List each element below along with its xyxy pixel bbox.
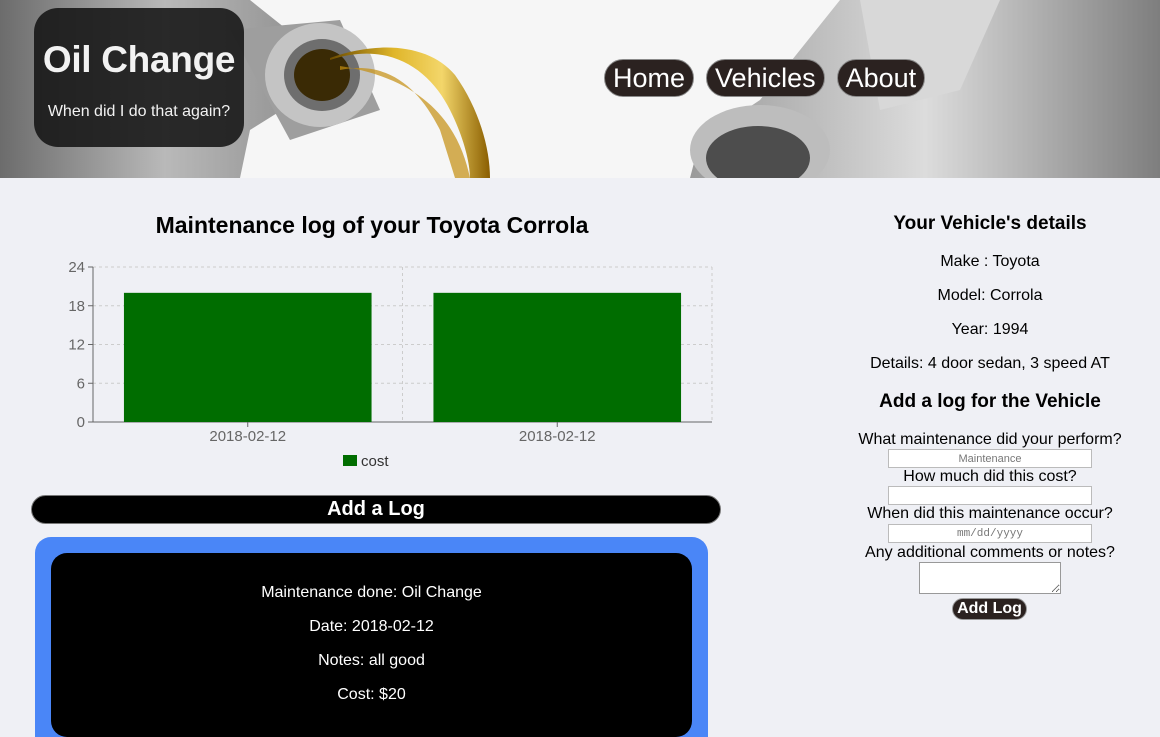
log-entry-cost: Cost: $20 (337, 686, 406, 703)
x-tick-label: 2018-02-12 (209, 428, 286, 445)
nav-vehicles-button[interactable]: Vehicles (706, 59, 825, 97)
vehicle-year: Year: 1994 (951, 321, 1029, 338)
brand-box: Oil Change When did I do that again? (34, 8, 244, 147)
legend-label-cost: cost (361, 453, 389, 470)
y-tick-label: 18 (68, 298, 85, 315)
y-tick-label: 12 (68, 337, 85, 354)
maintenance-input[interactable] (888, 449, 1092, 468)
cost-label: How much did this cost? (903, 468, 1077, 485)
add-log-form-heading: Add a log for the Vehicle (879, 391, 1101, 412)
log-entry-maintenance: Maintenance done: Oil Change (261, 584, 482, 601)
cost-input[interactable] (888, 486, 1092, 505)
vehicle-model: Model: Corrola (937, 287, 1043, 304)
y-tick-label: 24 (68, 259, 85, 276)
log-entry-date: Date: 2018-02-12 (309, 618, 434, 635)
bar-cost-0 (123, 292, 372, 422)
maintenance-log-heading: Maintenance log of your Toyota Corrola (155, 212, 589, 238)
date-label: When did this maintenance occur? (867, 505, 1113, 522)
y-tick-label: 0 (77, 414, 85, 431)
log-entry-body: Maintenance done: Oil Change Date: 2018-… (51, 553, 692, 737)
nav-about-button[interactable]: About (836, 59, 926, 97)
y-tick-label: 6 (77, 375, 85, 392)
nav-home-button[interactable]: Home (604, 59, 695, 97)
log-entry-notes: Notes: all good (318, 652, 425, 669)
bar-cost-1 (433, 292, 682, 422)
log-entry-card: Maintenance done: Oil Change Date: 2018-… (35, 537, 708, 737)
vehicle-make: Make : Toyota (940, 253, 1040, 270)
date-input[interactable] (888, 524, 1092, 543)
brand-title: Oil Change (42, 39, 236, 80)
x-tick-label: 2018-02-12 (519, 428, 596, 445)
legend-swatch-cost (343, 455, 357, 466)
add-log-submit-button[interactable]: Add Log (952, 598, 1027, 620)
notes-textarea[interactable] (919, 562, 1061, 594)
main-nav: Home Vehicles About (604, 59, 926, 97)
vehicle-details-heading: Your Vehicle's details (893, 213, 1087, 234)
maintenance-label: What maintenance did your perform? (858, 431, 1122, 448)
brand-subtitle: When did I do that again? (47, 103, 231, 120)
header-banner: Oil Change When did I do that again? Hom… (0, 0, 1160, 178)
add-log-button[interactable]: Add a Log (31, 495, 721, 524)
cost-bar-chart: 0 6 12 18 24 2018-02-12 2018-02-12 cost (68, 259, 713, 470)
vehicle-details-text: Details: 4 door sedan, 3 speed AT (870, 355, 1110, 372)
notes-label: Any additional comments or notes? (865, 544, 1115, 561)
